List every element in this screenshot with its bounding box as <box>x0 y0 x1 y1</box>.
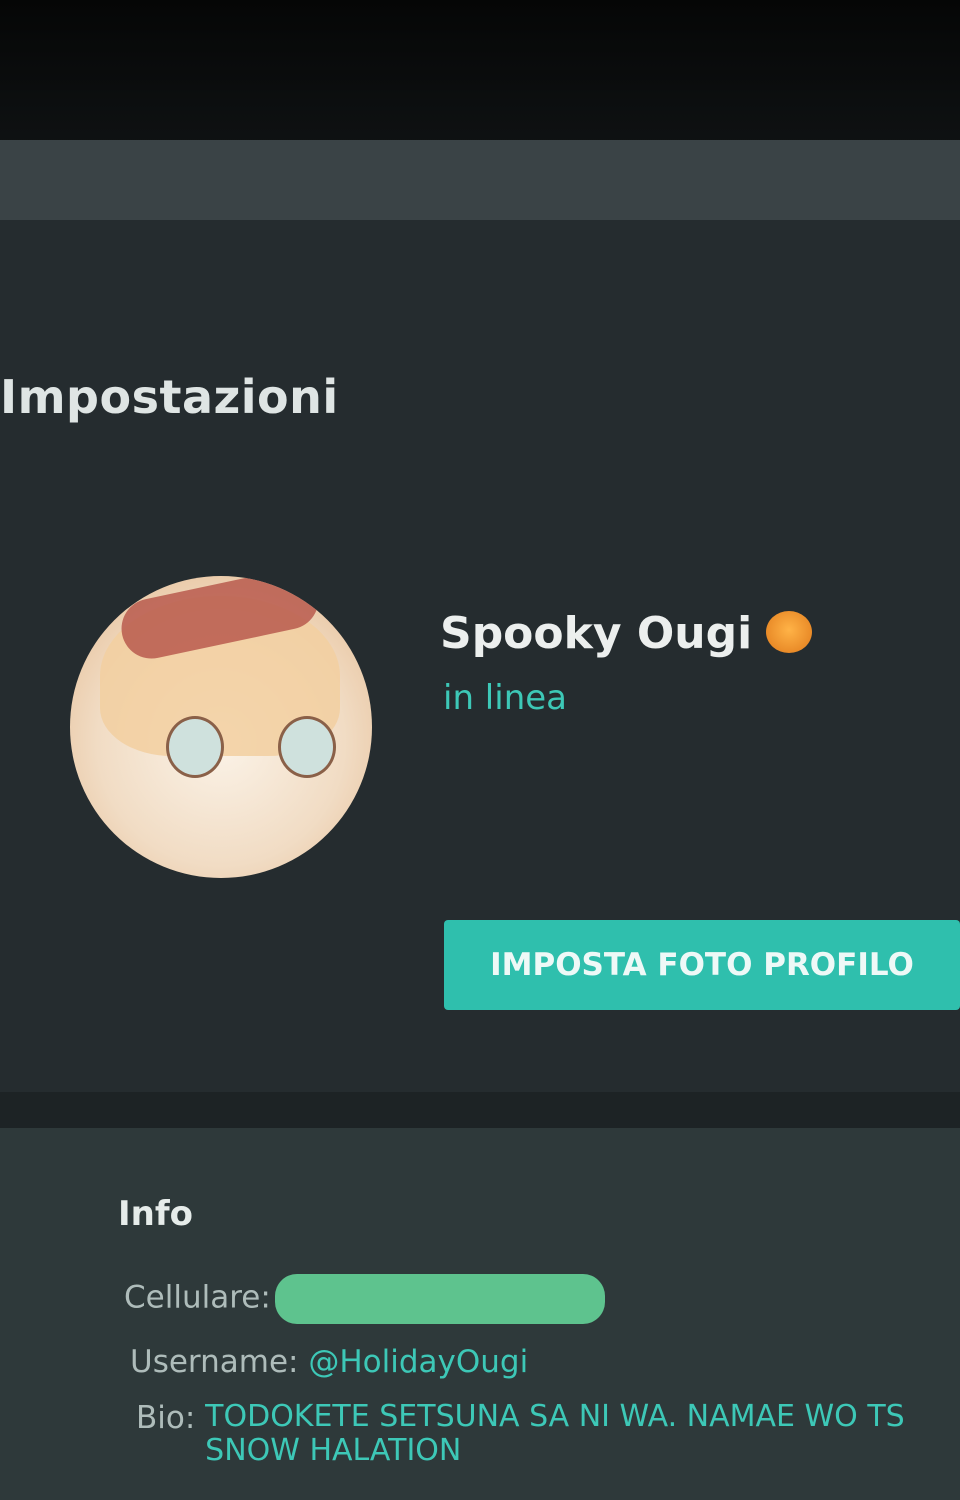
pumpkin-icon <box>766 611 813 653</box>
phone-redaction <box>274 1274 605 1324</box>
phone-row: Cellulare: <box>124 1274 605 1324</box>
avatar-eye-left <box>166 716 224 778</box>
window-top-bar <box>0 140 960 220</box>
page-title: Impostazioni <box>0 370 339 424</box>
avatar-eye-right <box>278 716 336 778</box>
bio-label: Bio: <box>136 1400 196 1436</box>
online-status: in linea <box>443 678 567 718</box>
bio-line-2: SNOW HALATION <box>205 1433 462 1468</box>
profile-name-text: Spooky Ougi <box>440 608 753 659</box>
avatar[interactable] <box>70 576 372 878</box>
section-divider <box>0 1092 960 1128</box>
screen: Impostazioni Spooky Ougi in linea IMPOST… <box>0 140 960 1500</box>
username-row: Username: @HolidayOugi <box>130 1344 528 1380</box>
bio-line-1: TODOKETE SETSUNA SA NI WA. NAMAE WO TS <box>205 1399 905 1434</box>
info-title: Info <box>118 1194 194 1234</box>
profile-name: Spooky Ougi <box>440 608 813 659</box>
profile-section: Spooky Ougi in linea IMPOSTA FOTO PROFIL… <box>0 480 960 1010</box>
settings-panel: Impostazioni Spooky Ougi in linea IMPOST… <box>0 220 960 1500</box>
username-label: Username: <box>130 1344 299 1380</box>
bio-row: Bio: TODOKETE SETSUNA SA NI WA. NAMAE WO… <box>136 1400 905 1468</box>
bio-text: TODOKETE SETSUNA SA NI WA. NAMAE WO TS S… <box>205 1400 905 1468</box>
set-profile-photo-button[interactable]: IMPOSTA FOTO PROFILO <box>444 920 960 1010</box>
monitor-bezel <box>0 0 960 160</box>
username-value[interactable]: @HolidayOugi <box>308 1344 528 1380</box>
info-section: Info Cellulare: Username: @HolidayOugi B… <box>0 1128 960 1500</box>
phone-label: Cellulare: <box>124 1279 271 1316</box>
